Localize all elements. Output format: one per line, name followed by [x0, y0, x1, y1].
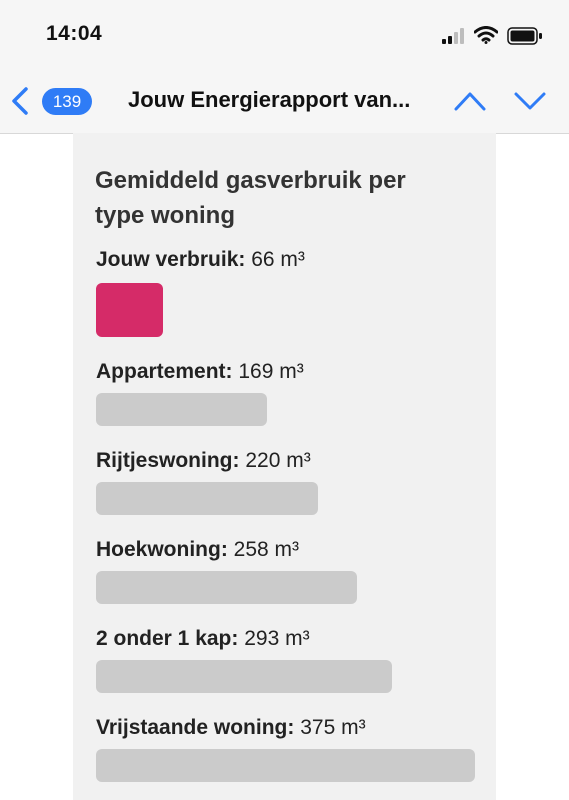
stat-value: 169 m³ [238, 360, 304, 383]
stat-label: Appartement: [96, 360, 233, 383]
back-chevron-icon[interactable] [10, 86, 30, 116]
usage-bar [96, 660, 392, 693]
battery-icon [507, 27, 542, 45]
gas-usage-card: Gemiddeld gasverbruik per type woning Jo… [73, 133, 496, 800]
unread-count-badge[interactable]: 139 [42, 88, 92, 115]
clock: 14:04 [46, 22, 103, 45]
stat-value: 66 m³ [251, 248, 305, 271]
stat-rijtjeswoning: Rijtjeswoning: 220 m³ [96, 448, 496, 515]
stat-label: 2 onder 1 kap: [96, 627, 239, 650]
email-subject-title: Jouw Energierapport van... [128, 87, 411, 112]
stat-vrijstaande-woning: Vrijstaande woning: 375 m³ [96, 715, 496, 782]
mail-nav-bar: 139 Jouw Energierapport van... [0, 70, 569, 134]
usage-bar [96, 283, 163, 337]
stat-2-onder-1-kap: 2 onder 1 kap: 293 m³ [96, 626, 496, 693]
stat-label: Jouw verbruik: [96, 248, 246, 271]
stat-value: 375 m³ [300, 716, 366, 739]
stat-appartement: Appartement: 169 m³ [96, 359, 496, 426]
stat-label: Rijtjeswoning: [96, 449, 240, 472]
usage-bar [96, 393, 267, 426]
stat-value: 258 m³ [233, 538, 300, 561]
card-title: Gemiddeld gasverbruik per type woning [95, 167, 406, 229]
stat-value: 220 m³ [245, 449, 311, 472]
previous-message-chevron-up-icon[interactable] [453, 90, 487, 112]
wifi-icon [474, 26, 498, 44]
cellular-signal-icon [442, 28, 464, 44]
next-message-chevron-down-icon[interactable] [513, 90, 547, 112]
stat-hoekwoning: Hoekwoning: 258 m³ [96, 537, 496, 604]
usage-bar [96, 749, 475, 782]
status-bar: 14:04 [0, 0, 569, 70]
stat-own-usage: Jouw verbruik: 66 m³ [96, 247, 496, 337]
stat-label: Hoekwoning: [96, 538, 228, 561]
usage-bar [96, 482, 318, 515]
usage-bar [96, 571, 357, 604]
stat-label: Vrijstaande woning: [96, 716, 295, 739]
stat-value: 293 m³ [244, 627, 310, 650]
